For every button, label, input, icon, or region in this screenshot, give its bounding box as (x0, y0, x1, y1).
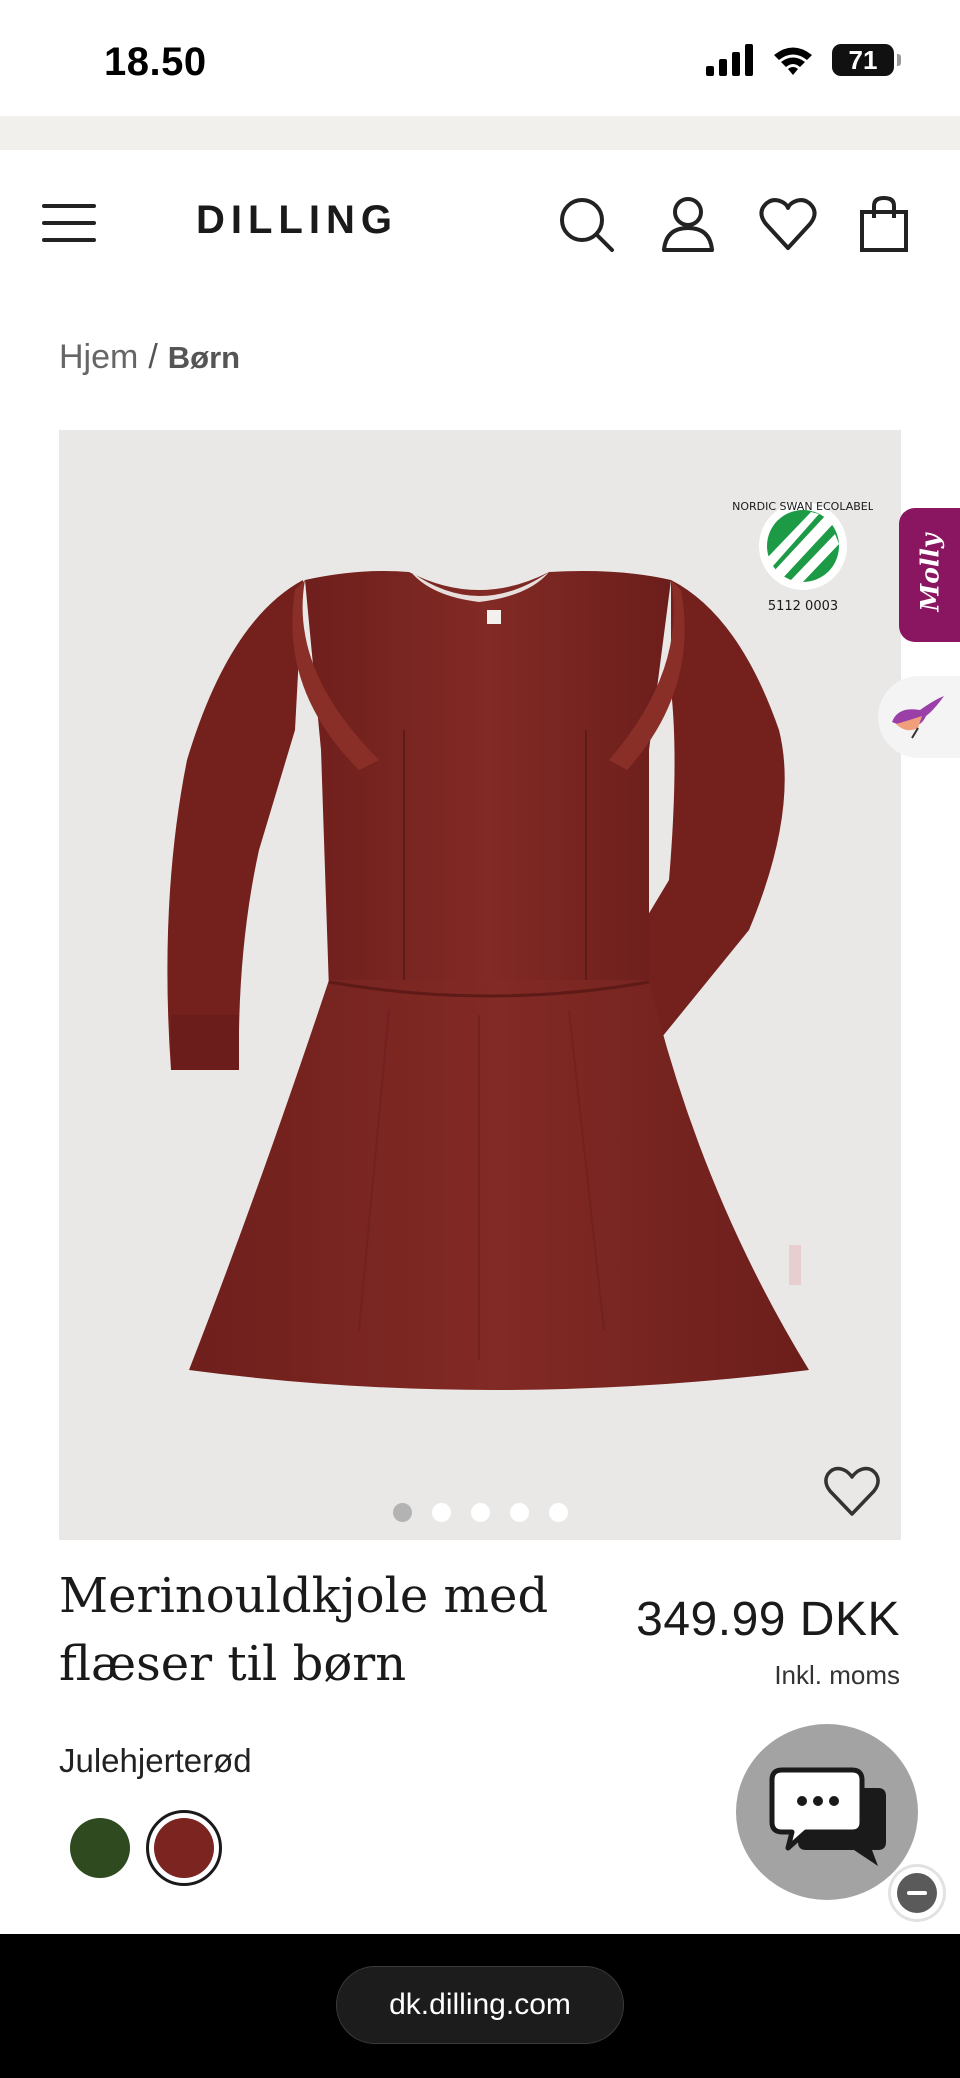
menu-icon-bar (42, 238, 96, 242)
heart-icon[interactable] (758, 194, 818, 254)
gallery-dot[interactable] (470, 1503, 490, 1522)
bird-widget[interactable] (878, 676, 960, 758)
menu-icon (42, 204, 96, 208)
product-title-line-1: Merinouldkjole med (59, 1568, 549, 1624)
gallery-dot[interactable] (431, 1503, 451, 1522)
site-header: DILLING (0, 150, 960, 294)
promo-strip (0, 116, 960, 150)
breadcrumb-current[interactable]: Børn (168, 340, 240, 376)
user-icon[interactable] (658, 194, 718, 254)
breadcrumb-separator: / (148, 338, 158, 376)
status-icons: 71 (706, 44, 901, 76)
breadcrumb-home[interactable]: Hjem (59, 338, 138, 377)
ecolabel-text: NORDIC SWAN ECOLABEL (733, 500, 873, 513)
site-logo[interactable]: DILLING (196, 198, 398, 243)
product-image-gallery[interactable]: NORDIC SWAN ECOLABEL 5112 0003 (59, 430, 901, 1540)
battery-level: 71 (848, 44, 878, 75)
status-bar: 18.50 71 (0, 0, 960, 116)
menu-icon-bar (42, 221, 96, 225)
status-time: 18.50 (104, 40, 207, 84)
gallery-dot[interactable] (392, 1503, 412, 1522)
product-title-line-2: flæser til børn (59, 1636, 407, 1692)
selected-color-name: Julehjerterød (59, 1742, 252, 1779)
address-bar[interactable]: dk.dilling.com (336, 1966, 624, 2044)
minus-icon (907, 1891, 927, 1895)
battery-indicator: 71 (832, 44, 901, 76)
menu-button[interactable] (42, 202, 98, 244)
nordic-swan-ecolabel-icon: NORDIC SWAN ECOLABEL 5112 0003 (733, 500, 873, 614)
molly-side-tab[interactable]: Molly (899, 508, 960, 642)
color-swatch-red[interactable] (154, 1818, 214, 1878)
vat-note: Inkl. moms (774, 1660, 900, 1690)
bird-icon (892, 696, 944, 739)
search-icon[interactable] (556, 194, 616, 254)
molly-label: Molly (915, 533, 945, 612)
bag-icon[interactable] (854, 194, 914, 254)
product-title: Merinouldkjole med flæser til børn (59, 1562, 549, 1698)
gallery-dot[interactable] (509, 1503, 529, 1522)
wifi-icon (774, 47, 812, 75)
gallery-pagination (59, 1503, 901, 1522)
chat-bubbles-icon (769, 1767, 886, 1866)
breadcrumb: Hjem / Børn (59, 338, 240, 377)
browser-bottom-bar: dk.dilling.com (0, 1934, 960, 2078)
signal-icon (706, 44, 753, 76)
ecolabel-code: 5112 0003 (768, 599, 838, 614)
color-swatch-green[interactable] (70, 1818, 130, 1878)
product-price: 349.99 DKK (636, 1593, 900, 1646)
chat-minimize-button[interactable] (891, 1867, 943, 1919)
gallery-dot[interactable] (548, 1503, 568, 1522)
chat-button[interactable] (736, 1724, 918, 1900)
